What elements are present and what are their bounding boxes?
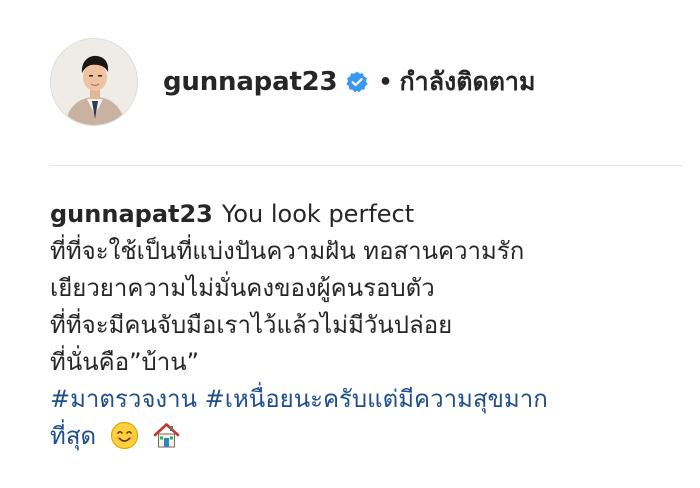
hashtag-line: ที่สุด bbox=[50, 418, 690, 455]
caption-line: ที่ที่จะใช้เป็นที่แบ่งปันความฝัน ทอสานคว… bbox=[50, 237, 525, 265]
hashtag-link[interactable]: #มาตรวจงาน bbox=[50, 385, 197, 413]
verified-badge-icon bbox=[345, 70, 369, 94]
instagram-post-panel: gunnapat23 • กำลังติดตาม gunnapat23 You l… bbox=[0, 0, 700, 488]
post-header: gunnapat23 • กำลังติดตาม bbox=[0, 0, 700, 166]
caption-username[interactable]: gunnapat23 bbox=[50, 200, 213, 228]
caption-first-line: gunnapat23 You look perfect bbox=[50, 196, 690, 233]
post-caption: gunnapat23 You look perfect ที่ที่จะใช้เป… bbox=[50, 196, 690, 455]
profile-avatar[interactable] bbox=[50, 38, 138, 126]
following-button[interactable]: กำลังติดตาม bbox=[400, 62, 536, 102]
caption-line: เยียวยาความไม่มั่นคงของผู้คนรอบตัว bbox=[50, 274, 435, 302]
house-icon bbox=[152, 421, 181, 450]
hashtag-link-continued[interactable]: ที่สุด bbox=[50, 422, 96, 450]
caption-line: ที่ที่จะมีคนจับมือเราไว้แล้วไม่มีวันปล่อ… bbox=[50, 311, 453, 339]
header-username[interactable]: gunnapat23 bbox=[163, 67, 338, 97]
header-line: gunnapat23 • กำลังติดตาม bbox=[163, 62, 535, 102]
cropped-text-fragment bbox=[250, 478, 330, 488]
avatar-image bbox=[51, 39, 137, 125]
caption-line: ที่นั่นคือ”บ้าน” bbox=[50, 348, 200, 376]
separator-dot: • bbox=[378, 69, 393, 95]
header-divider bbox=[50, 165, 682, 166]
caption-text: You look perfect bbox=[221, 200, 415, 228]
hashtag-link[interactable]: #เหนื่อยนะครับแต่มีความสุขมาก bbox=[205, 385, 548, 413]
smiling-face-icon bbox=[110, 421, 139, 450]
hashtag-line: #มาตรวจงาน #เหนื่อยนะครับแต่มีความสุขมาก bbox=[50, 381, 690, 418]
